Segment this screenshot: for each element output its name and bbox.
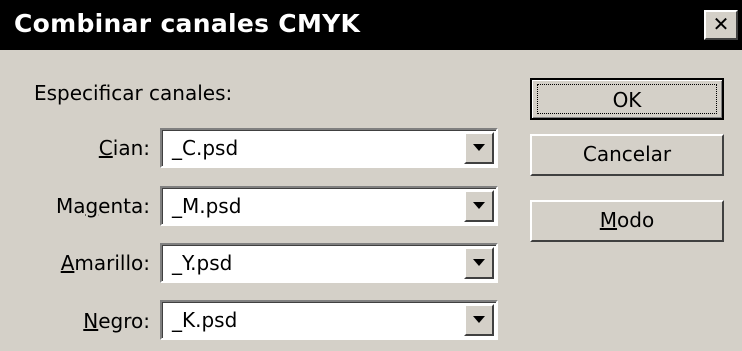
magenta-dropdown-button[interactable] (464, 190, 494, 222)
cyan-value: _C.psd (172, 136, 239, 160)
mode-button[interactable]: Modo (530, 200, 724, 242)
black-dropdown-button[interactable] (464, 304, 494, 336)
yellow-value: _Y.psd (172, 251, 233, 275)
magenta-label: Magenta: (55, 194, 150, 218)
cyan-select[interactable]: _C.psd (160, 128, 498, 168)
yellow-label: Amarillo: (60, 251, 150, 275)
black-value: _K.psd (172, 308, 238, 332)
cyan-dropdown-button[interactable] (464, 132, 494, 164)
chevron-down-icon (473, 316, 485, 323)
magenta-value: _M.psd (172, 194, 242, 218)
dialog-window: Combinar canales CMYK ✕ Especificar cana… (0, 0, 742, 351)
specify-channels-label: Especificar canales: (34, 81, 233, 105)
black-label: Negro: (83, 309, 150, 333)
ok-button[interactable]: OK (530, 78, 724, 120)
ok-button-label: OK (537, 84, 717, 114)
close-button[interactable]: ✕ (704, 10, 738, 40)
close-icon: ✕ (712, 12, 730, 36)
yellow-dropdown-button[interactable] (464, 247, 494, 279)
window-title: Combinar canales CMYK (14, 9, 361, 38)
chevron-down-icon (473, 202, 485, 209)
cancel-button[interactable]: Cancelar (530, 134, 724, 176)
title-bar[interactable]: Combinar canales CMYK ✕ (0, 0, 742, 50)
chevron-down-icon (473, 144, 485, 151)
cyan-label: Cian: (98, 136, 150, 160)
black-select[interactable]: _K.psd (160, 300, 498, 340)
yellow-select[interactable]: _Y.psd (160, 243, 498, 283)
magenta-select[interactable]: _M.psd (160, 186, 498, 226)
chevron-down-icon (473, 259, 485, 266)
